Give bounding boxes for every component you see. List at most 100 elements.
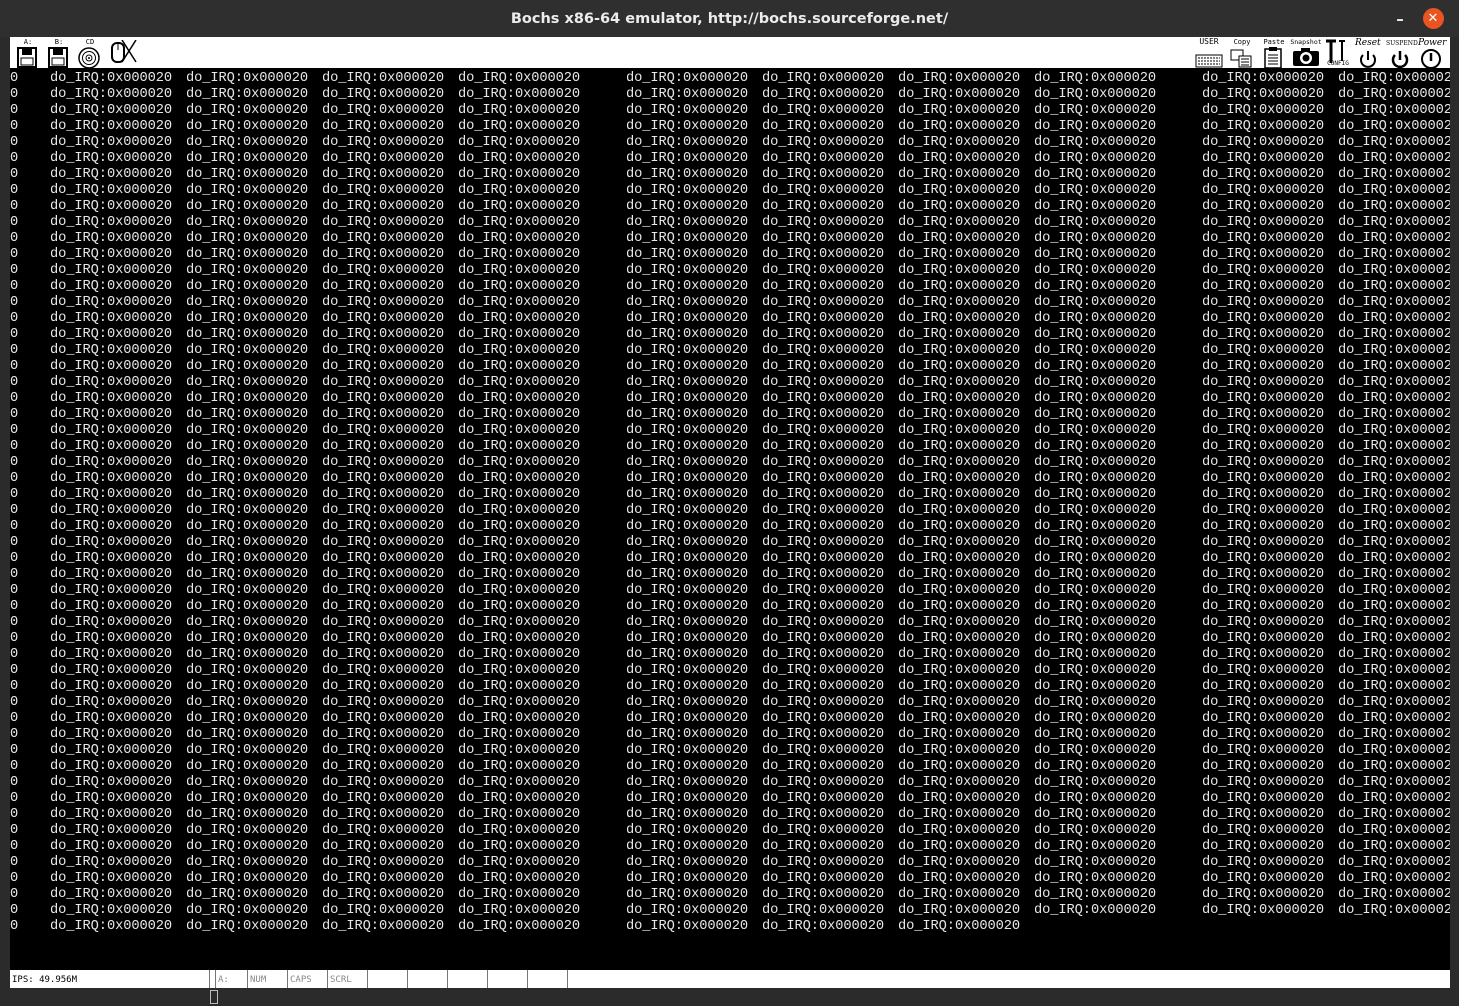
console-line: do_IRQ:0x000020 <box>898 646 1021 662</box>
console-line: do_IRQ:0x000020 <box>322 550 445 566</box>
console-line: do_IRQ:0x000020 <box>186 502 309 518</box>
console-line: do_IRQ:0x000020 <box>898 326 1021 342</box>
power-button[interactable] <box>1416 38 1448 69</box>
console-line: do_IRQ:0x000020 <box>1202 774 1325 790</box>
console-line: do_IRQ:0x000020 <box>50 902 173 918</box>
console-line: do_IRQ:0x000020 <box>322 518 445 534</box>
console-line: do_IRQ:0x000020 <box>186 886 309 902</box>
console-line: do_IRQ:0x000020 <box>1034 662 1157 678</box>
console-line: do_IRQ:0x000020 <box>458 870 581 886</box>
console-line: do_IRQ:0x000020 <box>1034 166 1157 182</box>
console-line: do_IRQ:0x00002 <box>1338 102 1450 118</box>
console-line: do_IRQ:0x000020 <box>898 902 1021 918</box>
console-line: do_IRQ:0x000020 <box>322 918 445 934</box>
copy-button[interactable]: Copy <box>1226 38 1258 68</box>
console-line: do_IRQ:0x000020 <box>898 102 1021 118</box>
console-line: do_IRQ:0x000020 <box>762 822 885 838</box>
console-line: do_IRQ:0x000020 <box>50 470 173 486</box>
console-line: do_IRQ:0x000020 <box>50 390 173 406</box>
console-line: do_IRQ:0x00002 <box>1338 294 1450 310</box>
console-line: do_IRQ:0x000020 <box>1034 790 1157 806</box>
suspend-button[interactable] <box>1385 38 1417 69</box>
console-line: do_IRQ:0x000020 <box>762 454 885 470</box>
console-line: do_IRQ:0x000020 <box>50 230 173 246</box>
console-line: do_IRQ:0x000020 <box>762 70 885 86</box>
console-line: do_IRQ:0x000020 <box>186 198 309 214</box>
console-line: 0 <box>10 726 19 742</box>
user-button[interactable]: USER <box>1193 38 1225 68</box>
console-line: do_IRQ:0x000020 <box>50 278 173 294</box>
title-bar[interactable]: Bochs x86-64 emulator, http://bochs.sour… <box>0 0 1459 37</box>
console-line: do_IRQ:0x000020 <box>898 70 1021 86</box>
console-line: do_IRQ:0x000020 <box>762 566 885 582</box>
console-line: do_IRQ:0x000020 <box>898 246 1021 262</box>
console-line: do_IRQ:0x000020 <box>322 150 445 166</box>
console-line: 0 <box>10 854 19 870</box>
console-line: do_IRQ:0x000020 <box>186 566 309 582</box>
console-line: do_IRQ:0x000020 <box>50 566 173 582</box>
console-line: do_IRQ:0x000020 <box>186 726 309 742</box>
user-label: USER <box>1199 37 1219 46</box>
console-line: do_IRQ:0x000020 <box>186 646 309 662</box>
console-line: do_IRQ:0x000020 <box>1202 262 1325 278</box>
console-line: do_IRQ:0x000020 <box>626 166 749 182</box>
console-line: do_IRQ:0x000020 <box>898 710 1021 726</box>
console-line: do_IRQ:0x000020 <box>626 806 749 822</box>
console-line: do_IRQ:0x000020 <box>186 806 309 822</box>
minimize-button[interactable]: – <box>1388 0 1412 37</box>
console-line: do_IRQ:0x000020 <box>50 550 173 566</box>
console-line: do_IRQ:0x000020 <box>1202 326 1325 342</box>
reset-button[interactable] <box>1353 38 1385 68</box>
console-line: 0 <box>10 886 19 902</box>
console-line: do_IRQ:0x000020 <box>1034 870 1157 886</box>
console-line: 0 <box>10 902 19 918</box>
console-line: 0 <box>10 534 19 550</box>
console-line: do_IRQ:0x000020 <box>1034 230 1157 246</box>
console-line: do_IRQ:0x000020 <box>762 230 885 246</box>
console-line: do_IRQ:0x000020 <box>898 518 1021 534</box>
close-button[interactable]: ✕ <box>1421 0 1445 37</box>
console-line: 0 <box>10 422 19 438</box>
cdrom-button[interactable]: CD <box>74 38 106 68</box>
floppy-b-button[interactable]: B: <box>43 38 75 68</box>
paste-icon <box>1264 47 1282 69</box>
console-line: do_IRQ:0x000020 <box>762 198 885 214</box>
console-line: do_IRQ:0x000020 <box>898 470 1021 486</box>
console-line: do_IRQ:0x00002 <box>1338 518 1450 534</box>
console-line: do_IRQ:0x000020 <box>1202 694 1325 710</box>
floppy-a-button[interactable]: A: <box>12 38 44 68</box>
console-line: do_IRQ:0x000020 <box>50 262 173 278</box>
console-line: do_IRQ:0x000020 <box>626 390 749 406</box>
console-line: do_IRQ:0x000020 <box>626 70 749 86</box>
console-line: do_IRQ:0x000020 <box>898 838 1021 854</box>
console-line: do_IRQ:0x00002 <box>1338 230 1450 246</box>
console-line: 0 <box>10 806 19 822</box>
console-line: do_IRQ:0x000020 <box>1202 582 1325 598</box>
console-line: do_IRQ:0x000020 <box>626 102 749 118</box>
console-line: do_IRQ:0x000020 <box>898 598 1021 614</box>
console-line: do_IRQ:0x000020 <box>626 134 749 150</box>
console-line: do_IRQ:0x000020 <box>1202 294 1325 310</box>
console-line: do_IRQ:0x000020 <box>322 406 445 422</box>
emulator-screen[interactable]: 0000000000000000000000000000000000000000… <box>10 69 1450 969</box>
console-line: do_IRQ:0x000020 <box>458 246 581 262</box>
console-line: do_IRQ:0x000020 <box>898 582 1021 598</box>
console-line: do_IRQ:0x000020 <box>762 374 885 390</box>
console-line: do_IRQ:0x00002 <box>1338 886 1450 902</box>
mouse-button[interactable] <box>105 38 137 68</box>
console-line: do_IRQ:0x000020 <box>762 582 885 598</box>
console-line: do_IRQ:0x000020 <box>626 886 749 902</box>
paste-button[interactable]: Paste <box>1258 38 1290 69</box>
console-line: do_IRQ:0x000020 <box>626 630 749 646</box>
console-line: do_IRQ:0x000020 <box>1034 646 1157 662</box>
console-line: do_IRQ:0x000020 <box>762 806 885 822</box>
config-button[interactable]: CONFIG <box>1322 38 1354 68</box>
snapshot-button[interactable]: Snapshot <box>1290 38 1322 68</box>
console-line: do_IRQ:0x000020 <box>322 886 445 902</box>
console-line: do_IRQ:0x000020 <box>458 774 581 790</box>
console-line: do_IRQ:0x000020 <box>1034 550 1157 566</box>
console-line: do_IRQ:0x000020 <box>50 534 173 550</box>
console-line: do_IRQ:0x000020 <box>186 182 309 198</box>
console-line: do_IRQ:0x000020 <box>898 294 1021 310</box>
console-line: do_IRQ:0x000020 <box>186 134 309 150</box>
